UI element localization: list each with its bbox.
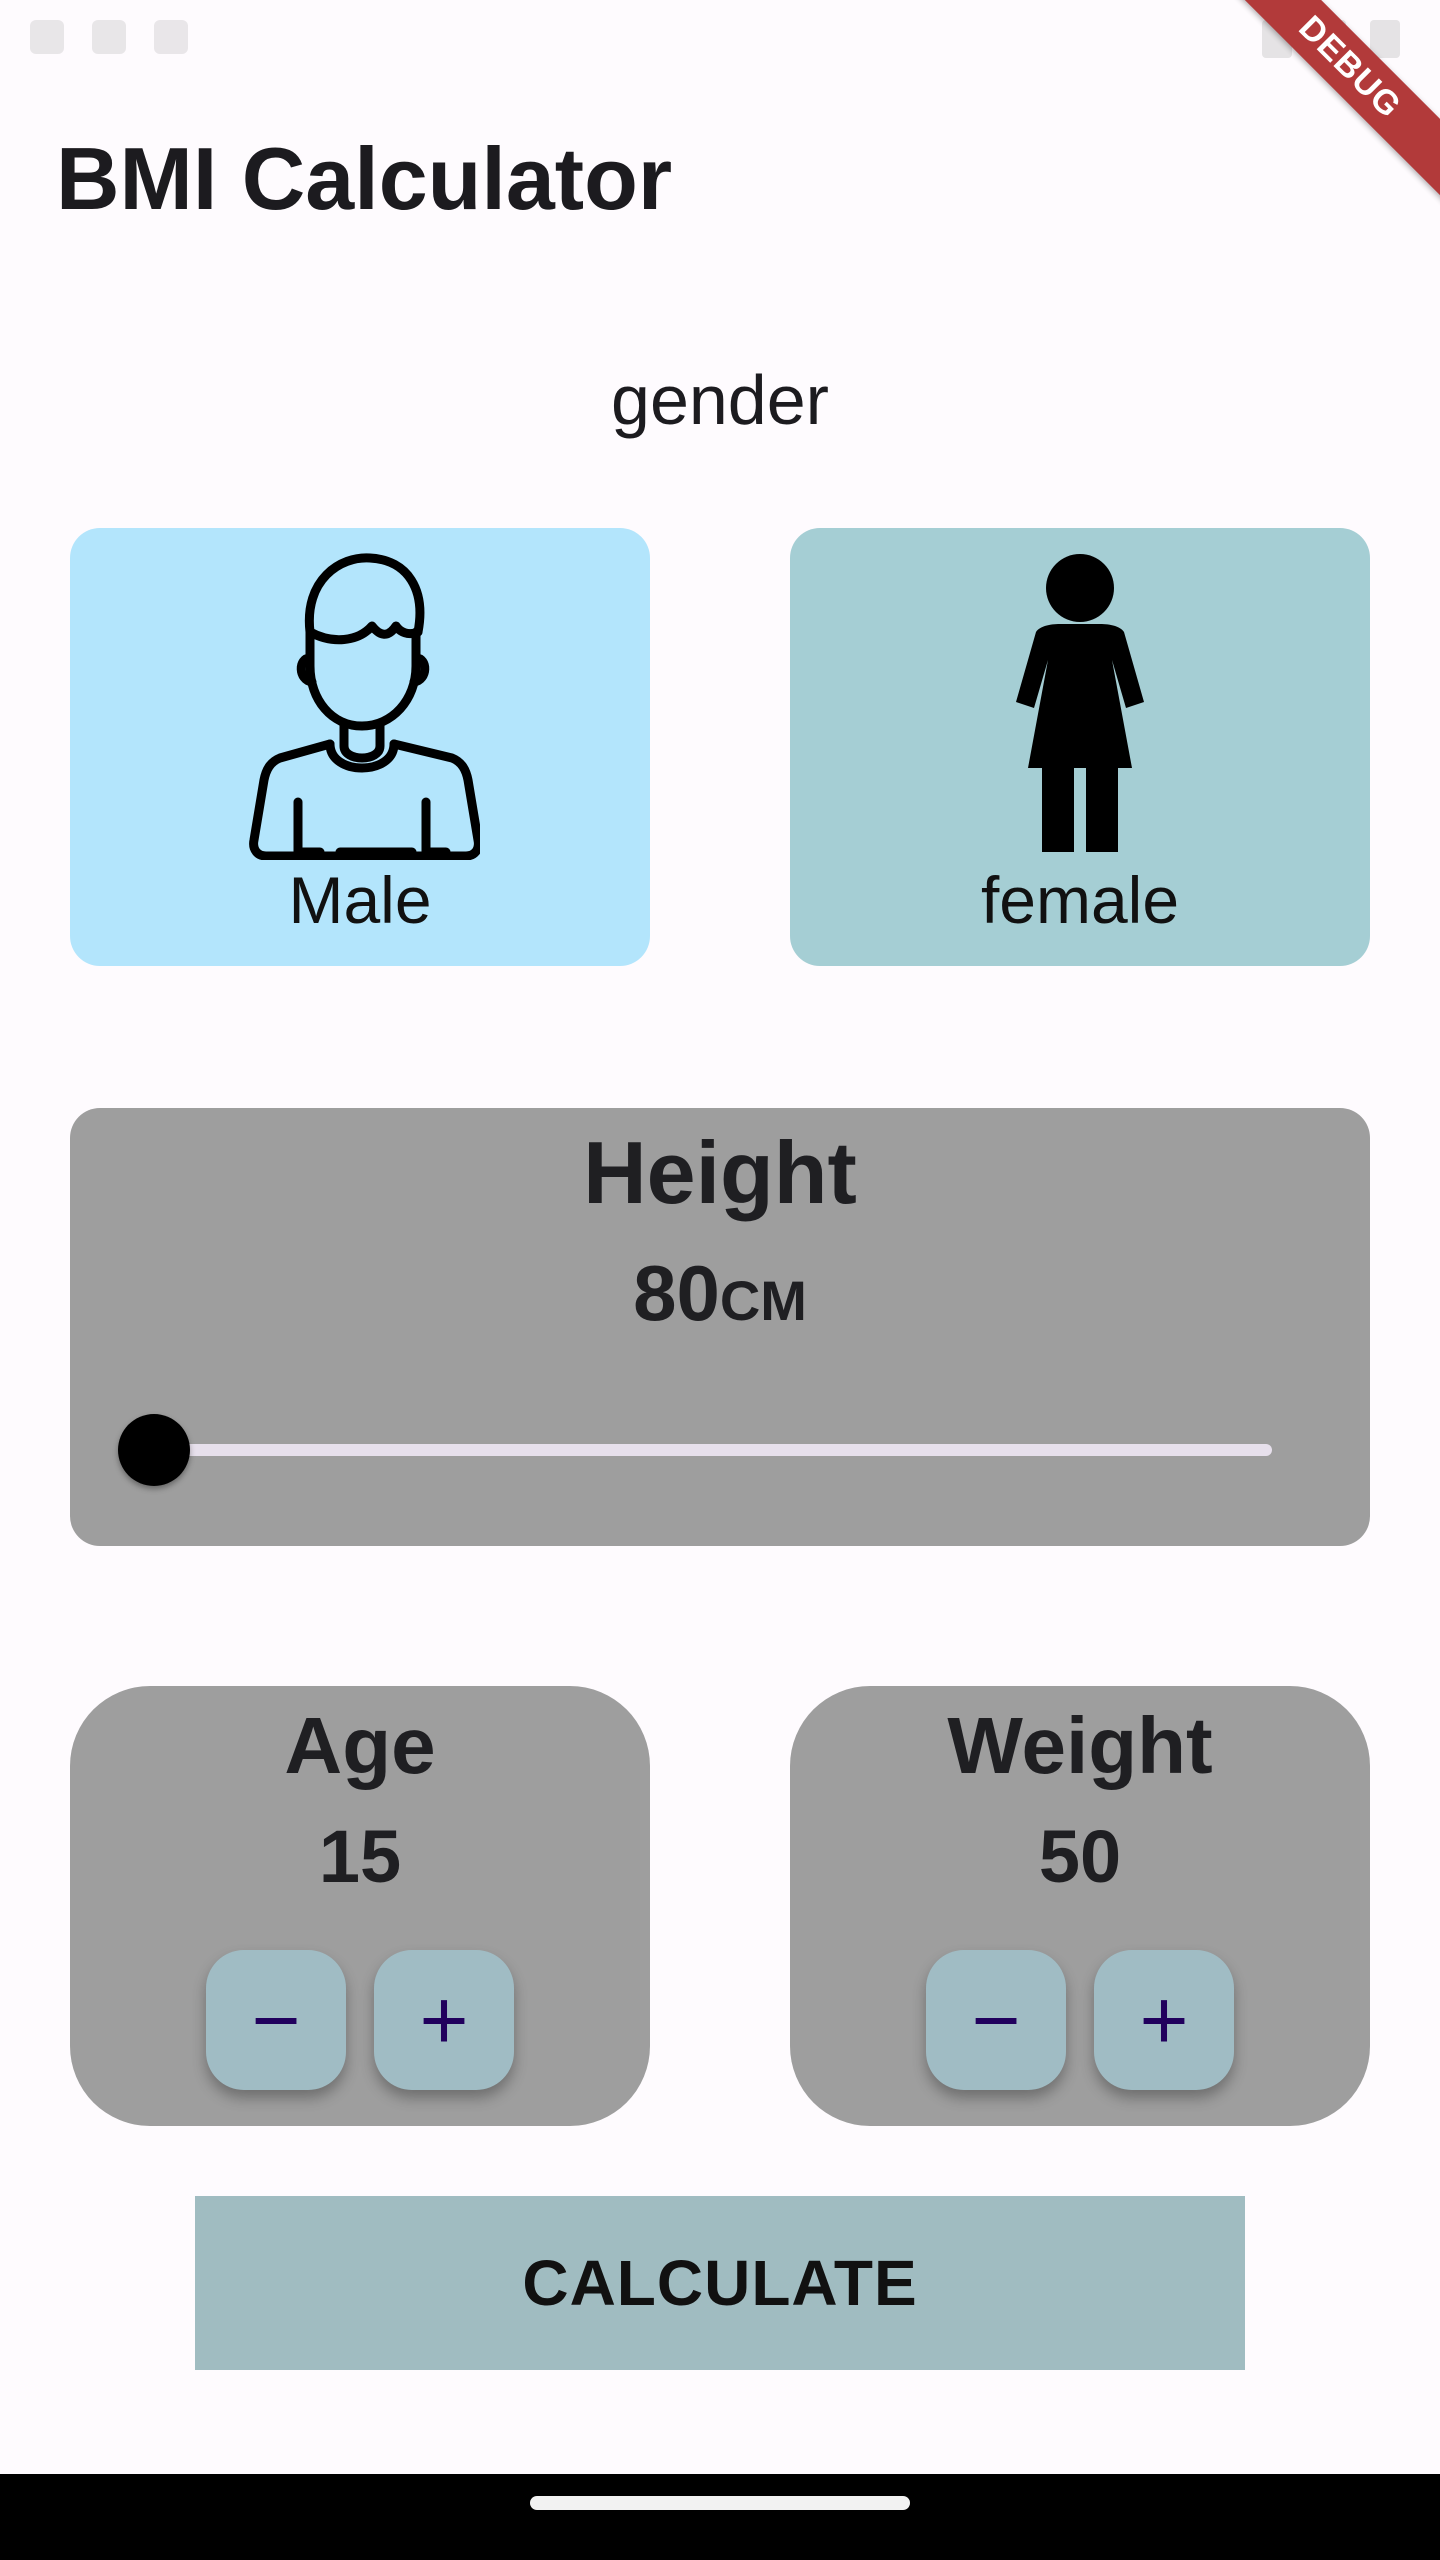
height-value: 80CM — [70, 1248, 1370, 1339]
height-slider-thumb[interactable] — [118, 1414, 190, 1486]
height-card: Height 80CM — [70, 1108, 1370, 1546]
height-unit: CM — [719, 1269, 807, 1332]
battery-icon — [1370, 20, 1400, 58]
male-card[interactable]: Male — [70, 528, 650, 966]
age-decrement-button[interactable]: − — [206, 1950, 346, 2090]
age-stepper: − + — [70, 1950, 650, 2090]
notification-icon — [154, 20, 188, 54]
notification-icon — [92, 20, 126, 54]
female-label: female — [980, 863, 1180, 937]
age-value: 15 — [318, 1815, 402, 1898]
height-title: Height — [583, 1123, 857, 1222]
male-label: Male — [288, 863, 432, 937]
male-person-outline-icon — [240, 540, 483, 865]
age-title: Age — [284, 1701, 436, 1790]
weight-decrement-button[interactable]: − — [926, 1950, 1066, 2090]
app-screen: DEBUG BMI Calculator gender Male female … — [0, 0, 1440, 2560]
height-value-number: 80 — [633, 1249, 720, 1337]
weight-stepper: − + — [790, 1950, 1370, 2090]
weight-title: Weight — [947, 1701, 1213, 1790]
weight-value: 50 — [1038, 1815, 1122, 1898]
calculate-button[interactable]: CALCULATE — [195, 2196, 1245, 2370]
female-person-icon — [980, 542, 1180, 857]
system-navigation-bar — [0, 2474, 1440, 2560]
weight-card: Weight 50 − + — [790, 1686, 1370, 2126]
status-notification-icons — [30, 20, 188, 54]
female-card[interactable]: female — [790, 528, 1370, 966]
age-card: Age 15 − + — [70, 1686, 650, 2126]
weight-increment-button[interactable]: + — [1094, 1950, 1234, 2090]
notification-icon — [30, 20, 64, 54]
page-title: BMI Calculator — [56, 129, 673, 228]
height-slider-track[interactable] — [154, 1444, 1272, 1456]
home-indicator[interactable] — [530, 2496, 910, 2510]
age-increment-button[interactable]: + — [374, 1950, 514, 2090]
status-bar — [0, 0, 1440, 84]
gender-label: gender — [611, 361, 829, 439]
